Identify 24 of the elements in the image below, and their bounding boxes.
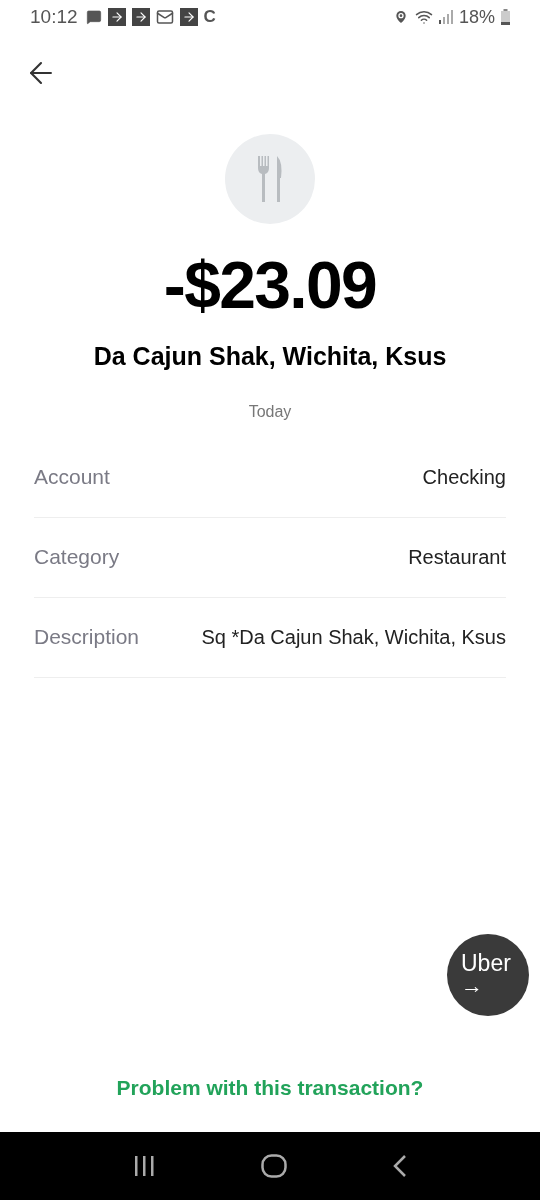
- battery-icon: [501, 9, 510, 25]
- detail-label: Category: [34, 544, 120, 571]
- notification-letter: C: [203, 6, 216, 29]
- detail-label: Account: [34, 464, 110, 491]
- transaction-amount: -$23.09: [163, 252, 377, 318]
- detail-value: Restaurant: [408, 545, 506, 570]
- arrow-box-icon: [107, 8, 126, 26]
- back-nav-icon[interactable]: [393, 1154, 407, 1178]
- detail-label: Description: [34, 624, 140, 651]
- signal-icon: [438, 10, 453, 24]
- message-icon: [85, 9, 102, 25]
- arrow-box-icon: [179, 8, 198, 26]
- wifi-icon: [414, 8, 433, 26]
- home-icon[interactable]: [261, 1154, 287, 1178]
- mail-icon: [155, 8, 174, 26]
- merchant-name: Da Cajun Shak, Wichita, Ksus: [93, 341, 447, 372]
- uber-button[interactable]: Uber →: [447, 933, 529, 1016]
- detail-value: Checking: [422, 465, 506, 490]
- battery-percent: 18%: [458, 5, 495, 29]
- detail-value: Sq *Da Cajun Shak, Wichita, Ksus: [201, 625, 506, 650]
- status-time: 10:12: [30, 4, 78, 29]
- arrow-box-icon: [131, 8, 150, 26]
- transaction-date: Today: [248, 401, 292, 422]
- recent-apps-icon[interactable]: [133, 1155, 155, 1177]
